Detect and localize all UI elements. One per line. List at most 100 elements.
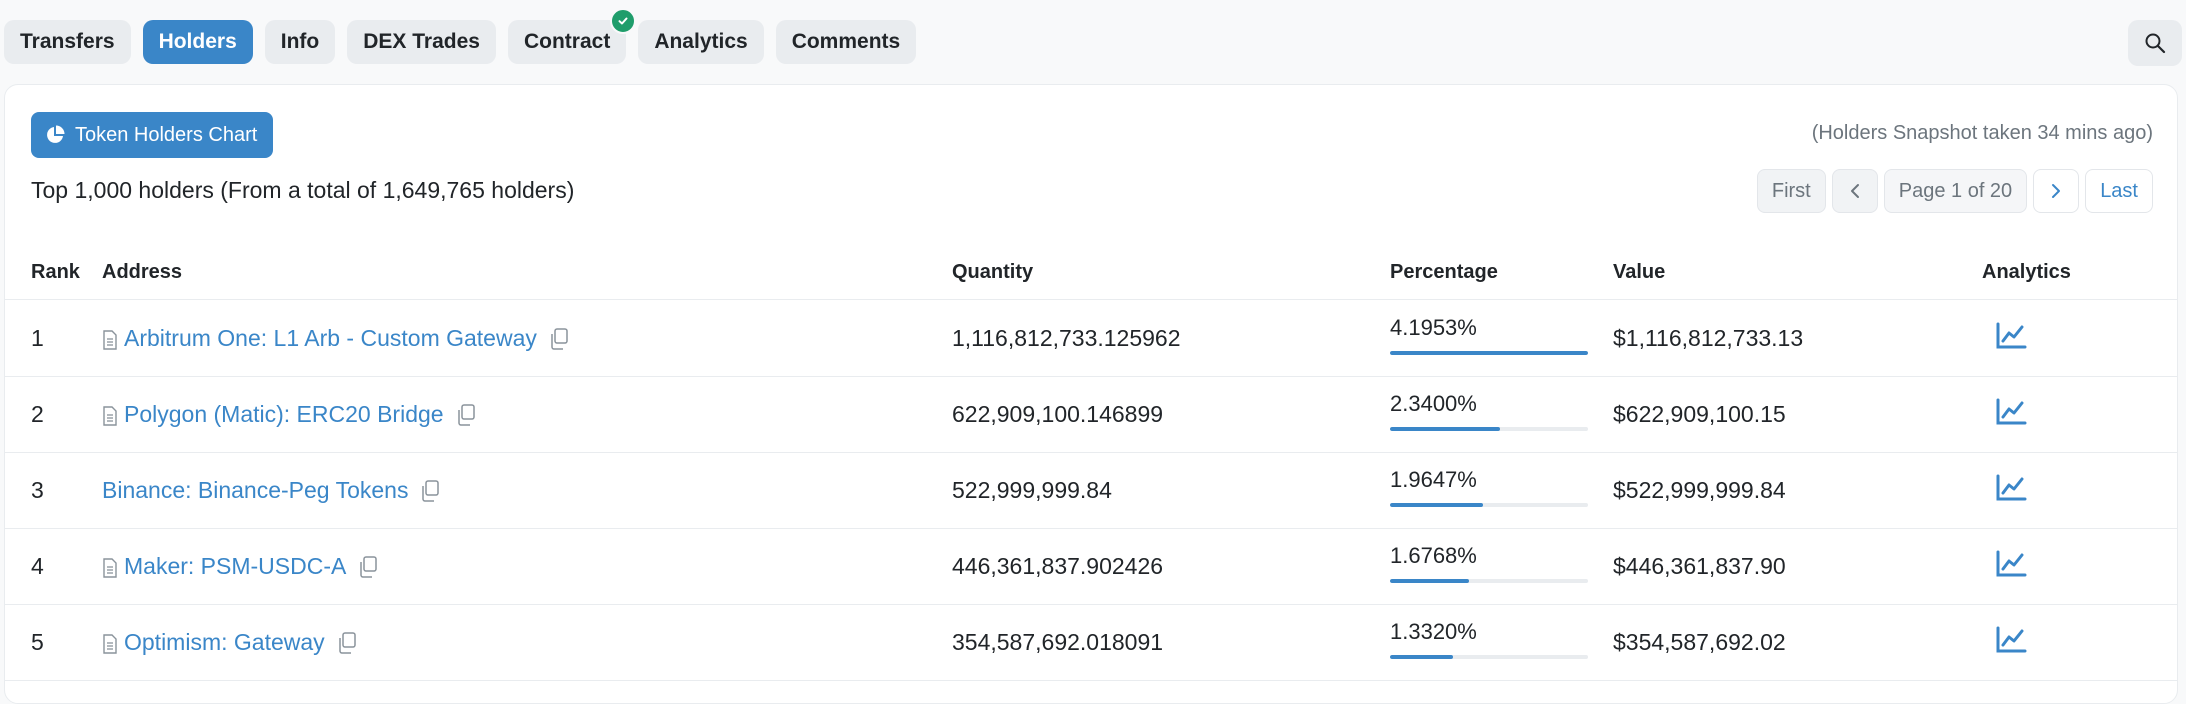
percentage-bar-fill <box>1390 503 1483 507</box>
copy-icon[interactable] <box>337 631 357 654</box>
value-cell: $354,587,692.02 <box>1613 629 1786 655</box>
quantity-cell: 446,361,837.902426 <box>952 553 1164 579</box>
tab-label: Analytics <box>654 30 748 53</box>
tab-comments[interactable]: Comments <box>775 20 917 64</box>
search-button[interactable] <box>2128 20 2182 66</box>
first-page-button[interactable]: First <box>1756 169 1826 213</box>
tab-info[interactable]: Info <box>264 20 336 64</box>
percentage-bar-fill <box>1390 351 1588 355</box>
percentage-bar <box>1390 655 1588 659</box>
percentage-bar <box>1390 503 1588 507</box>
tab-label: Comments <box>791 30 901 53</box>
quantity-cell: 622,909,100.146899 <box>952 401 1164 427</box>
contract-doc-icon <box>103 557 117 578</box>
percentage-bar-fill <box>1390 579 1470 583</box>
address-link[interactable]: Arbitrum One: L1 Arb - Custom Gateway <box>124 325 537 352</box>
percentage-cell: 1.9647% <box>1390 467 1588 507</box>
pie-chart-icon <box>47 125 65 143</box>
address-link[interactable]: Maker: PSM-USDC-A <box>124 553 346 580</box>
percentage-bar <box>1390 427 1588 431</box>
table-row: 5 Optimism: Gateway 354,587,692.018091 1… <box>5 604 2177 681</box>
copy-icon[interactable] <box>549 327 569 350</box>
percentage-text: 4.1953% <box>1390 315 1477 340</box>
rank-cell: 4 <box>31 553 44 579</box>
tab-label: Info <box>280 30 320 53</box>
analytics-chart-icon[interactable] <box>1995 322 2027 350</box>
percentage-text: 1.6768% <box>1390 543 1477 568</box>
address-link[interactable]: Optimism: Gateway <box>124 629 325 656</box>
tab-label: Contract <box>523 30 611 53</box>
page-info: Page 1 of 20 <box>1883 169 2028 213</box>
rank-cell: 3 <box>31 477 44 503</box>
percentage-bar-fill <box>1390 427 1501 431</box>
header-quantity: Quantity <box>952 261 1034 283</box>
token-holders-chart-button[interactable]: Token Holders Chart <box>31 112 274 158</box>
analytics-chart-icon[interactable] <box>1995 474 2027 502</box>
quantity-cell: 522,999,999.84 <box>952 477 1112 503</box>
table-row: 3 Binance: Binance-Peg Tokens 522,999,99… <box>5 452 2177 529</box>
next-page-button[interactable] <box>2033 169 2080 213</box>
percentage-text: 2.3400% <box>1390 391 1477 416</box>
tab-label: DEX Trades <box>363 30 480 53</box>
percentage-cell: 1.3320% <box>1390 619 1588 659</box>
pagination: First Page 1 of 20 Last <box>1756 169 2153 213</box>
copy-icon[interactable] <box>358 555 378 578</box>
tab-analytics[interactable]: Analytics <box>638 20 764 64</box>
contract-doc-icon <box>103 329 117 350</box>
quantity-cell: 1,116,812,733.125962 <box>952 325 1181 351</box>
snapshot-text: (Holders Snapshot taken 34 mins ago) <box>1811 122 2153 144</box>
analytics-chart-icon[interactable] <box>1995 626 2027 654</box>
tab-transfers[interactable]: Transfers <box>4 20 131 64</box>
copy-icon[interactable] <box>456 403 476 426</box>
search-icon <box>2145 33 2166 54</box>
value-cell: $1,116,812,733.13 <box>1613 325 1804 351</box>
rank-cell: 5 <box>31 629 44 655</box>
tab-holders[interactable]: Holders <box>142 20 253 64</box>
chart-button-label: Token Holders Chart <box>75 123 258 146</box>
header-percentage: Percentage <box>1390 261 1498 283</box>
address-cell: Arbitrum One: L1 Arb - Custom Gateway <box>102 325 569 352</box>
holders-card: Token Holders Chart (Holders Snapshot ta… <box>4 84 2178 704</box>
value-cell: $522,999,999.84 <box>1613 477 1786 503</box>
contract-doc-icon <box>103 405 117 426</box>
rank-cell: 2 <box>31 401 44 427</box>
percentage-bar-fill <box>1390 655 1453 659</box>
tab-dex-trades[interactable]: DEX Trades <box>347 20 496 64</box>
percentage-cell: 4.1953% <box>1390 315 1588 355</box>
verified-check-icon <box>610 8 637 34</box>
analytics-chart-icon[interactable] <box>1995 398 2027 426</box>
percentage-cell: 2.3400% <box>1390 391 1588 431</box>
rank-cell: 1 <box>31 325 44 351</box>
value-cell: $446,361,837.90 <box>1613 553 1786 579</box>
contract-doc-icon <box>103 633 117 654</box>
table-row: 1 Arbitrum One: L1 Arb - Custom Gateway … <box>5 300 2177 377</box>
address-cell: Binance: Binance-Peg Tokens <box>102 477 440 504</box>
tab-label: Transfers <box>20 30 115 53</box>
last-page-button[interactable]: Last <box>2085 169 2153 213</box>
address-cell: Polygon (Matic): ERC20 Bridge <box>102 401 476 428</box>
chevron-right-icon <box>2052 184 2061 198</box>
tab-contract[interactable]: Contract <box>507 8 637 64</box>
header-address: Address <box>102 261 183 283</box>
header-value: Value <box>1613 261 1666 283</box>
address-cell: Optimism: Gateway <box>102 629 357 656</box>
tab-label: Holders <box>158 30 237 53</box>
percentage-cell: 1.6768% <box>1390 543 1588 583</box>
value-cell: $622,909,100.15 <box>1613 401 1786 427</box>
tab-bar: Transfers Holders Info DEX Trades Contra… <box>4 8 917 64</box>
address-link[interactable]: Binance: Binance-Peg Tokens <box>102 477 408 504</box>
chevron-left-icon <box>1850 184 1859 198</box>
copy-icon[interactable] <box>420 479 440 502</box>
percentage-text: 1.9647% <box>1390 467 1477 492</box>
percentage-text: 1.3320% <box>1390 619 1477 644</box>
table-header: Rank Address Quantity Percentage Value A… <box>5 245 2177 300</box>
analytics-chart-icon[interactable] <box>1995 550 2027 578</box>
header-rank: Rank <box>31 261 80 283</box>
prev-page-button[interactable] <box>1831 169 1878 213</box>
table-row: 2 Polygon (Matic): ERC20 Bridge 622,909,… <box>5 376 2177 453</box>
table-row: 4 Maker: PSM-USDC-A 446,361,837.902426 1… <box>5 528 2177 605</box>
header-analytics: Analytics <box>1982 261 2071 283</box>
percentage-bar <box>1390 351 1588 355</box>
address-link[interactable]: Polygon (Matic): ERC20 Bridge <box>124 401 444 428</box>
address-cell: Maker: PSM-USDC-A <box>102 553 378 580</box>
